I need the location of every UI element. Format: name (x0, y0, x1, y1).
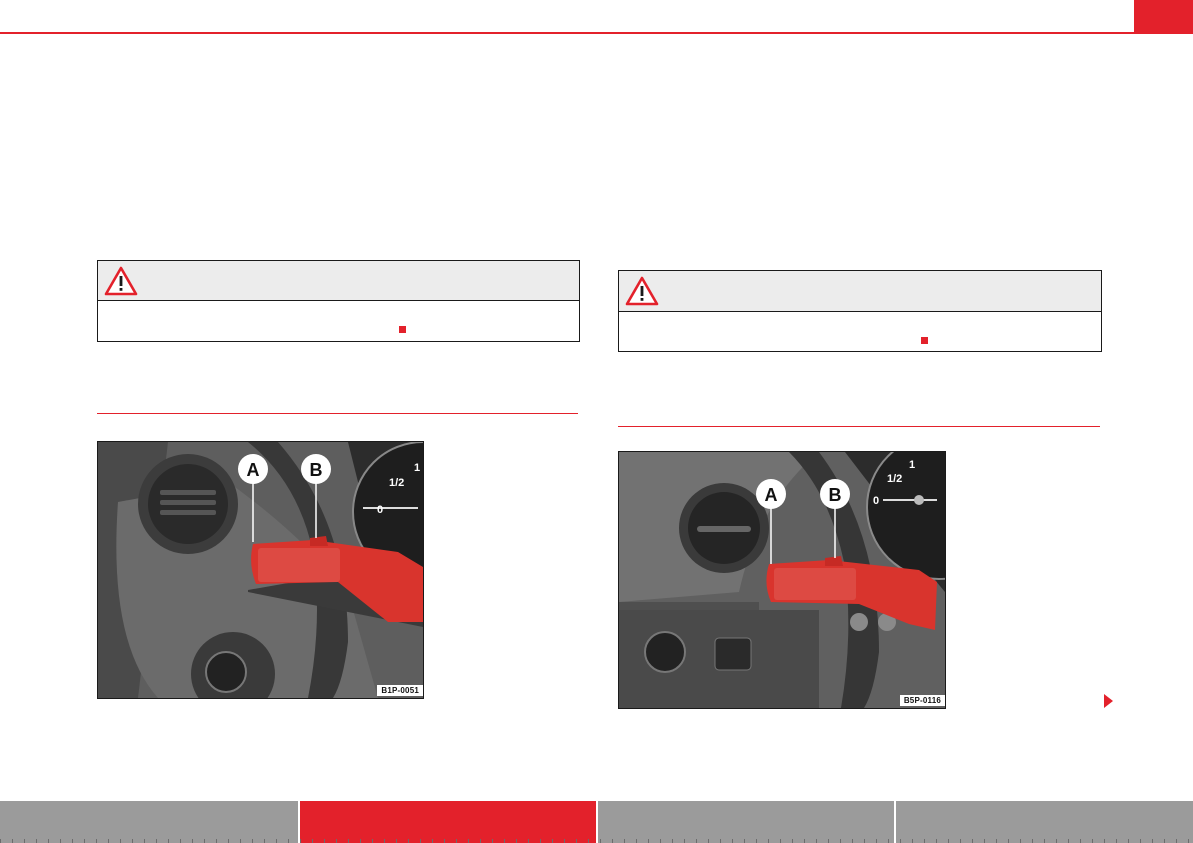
warning-box-left (97, 260, 580, 342)
warning-body (98, 301, 579, 341)
continue-arrow-icon[interactable] (1104, 694, 1113, 708)
nav-tab-2[interactable] (300, 801, 598, 843)
warning-body (619, 312, 1101, 351)
nav-tab-1[interactable] (0, 801, 300, 843)
gauge-label-full: 1 (414, 462, 420, 474)
section-rule-right (618, 426, 1100, 427)
gauge-label-empty: 0 (377, 504, 383, 516)
figure-code: B1P-0051 (377, 685, 423, 696)
callout-b-label: B (829, 485, 842, 505)
figure-cruise-control-lever-2: 1/2 1 0 A B B5P-0116 (618, 451, 946, 709)
warning-header (98, 261, 579, 301)
gauge-label-half: 1/2 (887, 473, 902, 485)
gauge-label-full: 1 (909, 459, 915, 471)
warning-triangle-icon (625, 276, 659, 306)
section-end-marker (399, 326, 406, 333)
section-end-marker (921, 337, 928, 344)
warning-triangle-icon (104, 266, 138, 296)
callout-b-label: B (310, 460, 323, 480)
nav-tab-4[interactable] (896, 801, 1193, 843)
nav-tick-strip (0, 839, 1193, 843)
figure-cruise-control-lever-1: 1/2 1 0 A B B1P-0051 (97, 441, 424, 699)
warning-header (619, 271, 1101, 312)
nav-tab-3[interactable] (598, 801, 896, 843)
callout-a-label: A (765, 485, 778, 505)
callout-a-label: A (247, 460, 260, 480)
header-rule (0, 32, 1193, 34)
section-rule-left (97, 413, 578, 414)
page-marker-tab (1134, 0, 1193, 34)
figure-code: B5P-0116 (899, 695, 945, 706)
warning-box-right (618, 270, 1102, 352)
gauge-label-empty: 0 (873, 495, 879, 507)
bottom-nav-bar (0, 801, 1193, 843)
gauge-label-half: 1/2 (389, 477, 404, 489)
